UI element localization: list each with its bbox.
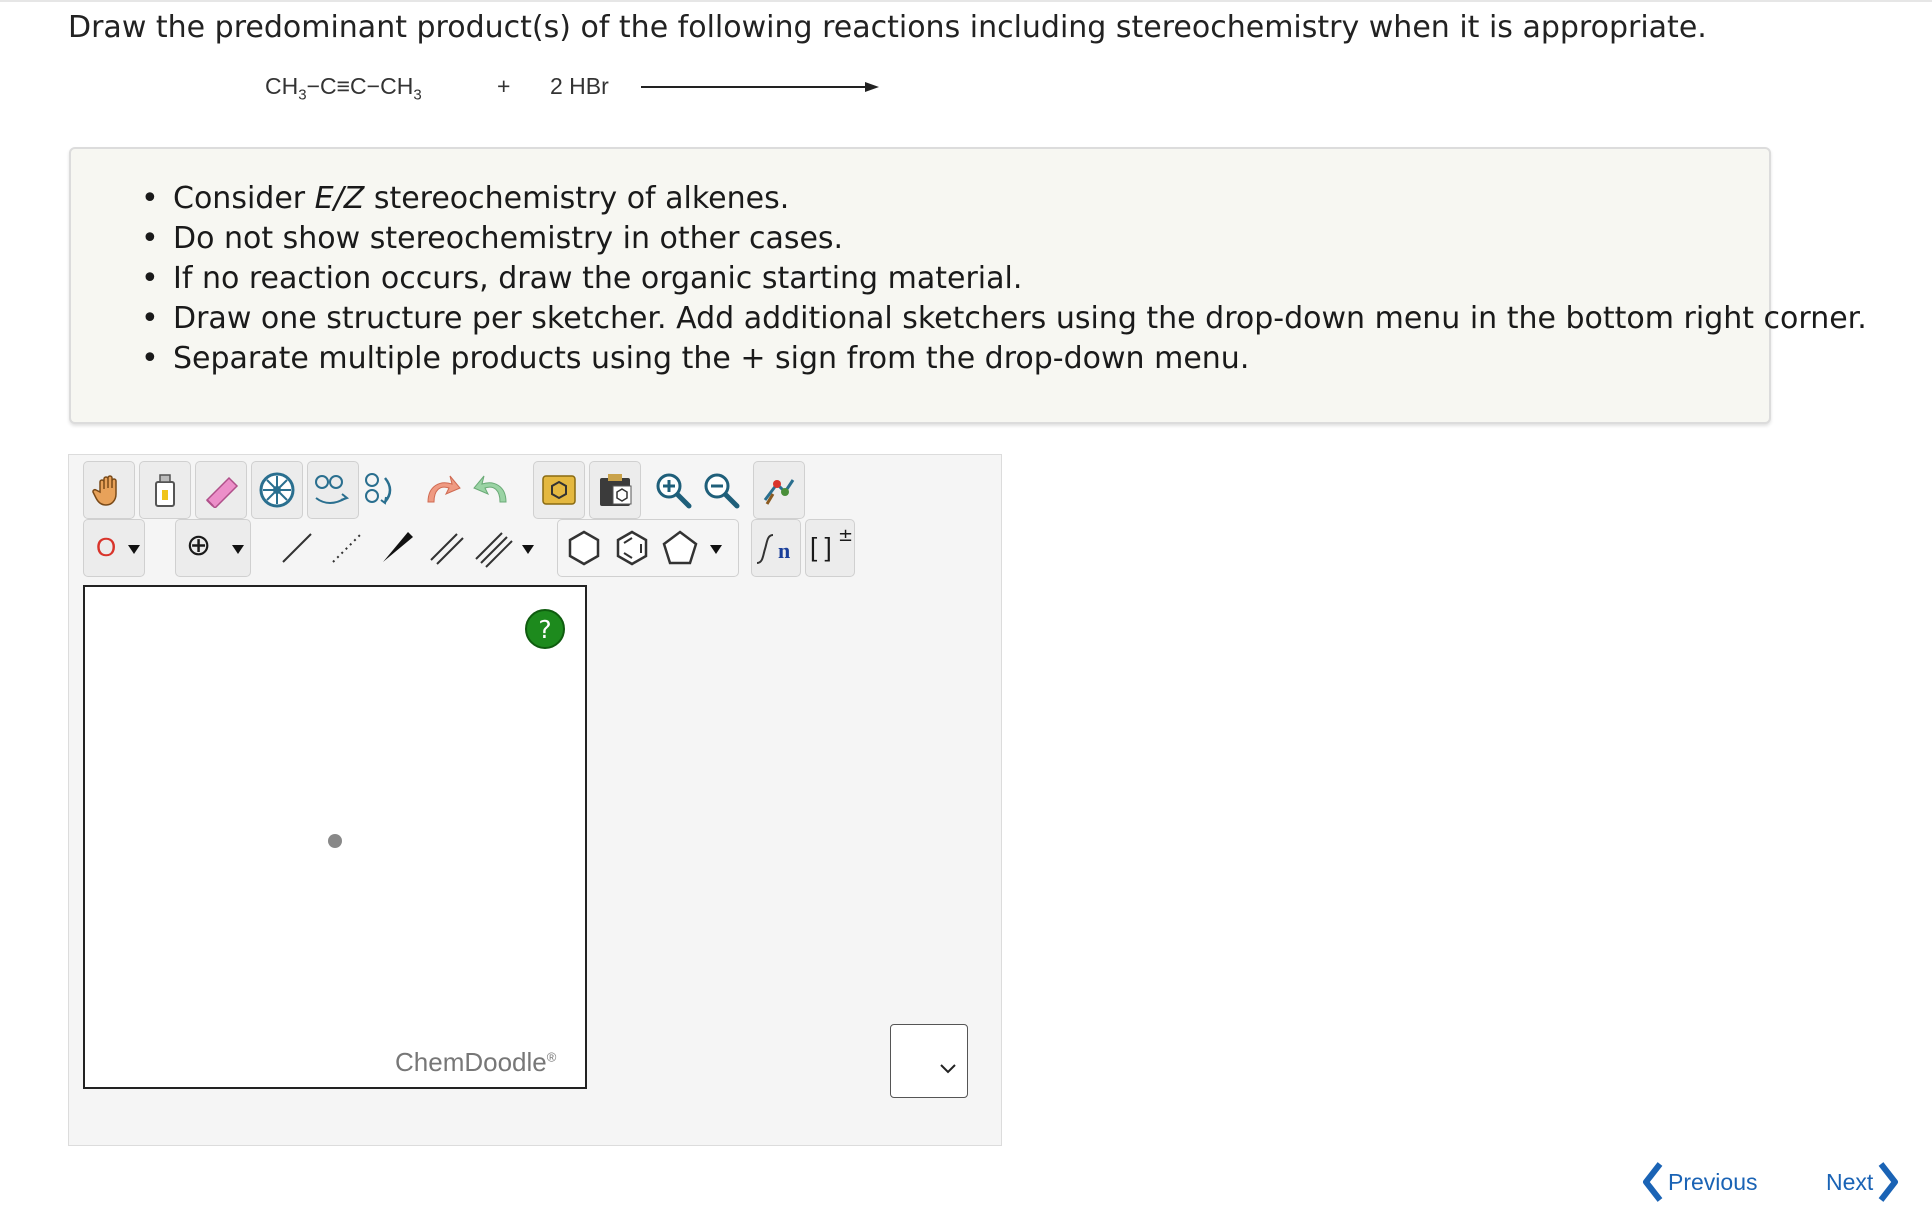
zoom-out-icon bbox=[704, 473, 740, 509]
canvas-cursor-dot bbox=[328, 834, 342, 848]
help-button[interactable]: ? bbox=[525, 609, 565, 649]
sketcher-canvas[interactable]: ? ChemDoodle® bbox=[83, 585, 587, 1089]
zoom-out-button[interactable] bbox=[695, 461, 747, 519]
undo-button[interactable] bbox=[415, 461, 467, 519]
atom-label-button[interactable]: O bbox=[83, 519, 145, 577]
bracket-charge-sup: ± bbox=[838, 525, 854, 546]
chevron-right-icon bbox=[1878, 1162, 1899, 1202]
next-button[interactable]: Next bbox=[1826, 1162, 1901, 1202]
dashed-bond-button[interactable] bbox=[321, 519, 373, 577]
double-bond-button[interactable] bbox=[421, 519, 473, 577]
repeat-unit-label: n bbox=[778, 538, 791, 563]
hand-icon bbox=[92, 475, 117, 506]
wedge-bond-button[interactable] bbox=[371, 519, 423, 577]
charge-button[interactable]: ⊕ bbox=[175, 519, 251, 577]
reactant-formula: CH3−C≡C−CH3 bbox=[265, 73, 422, 104]
center-icon bbox=[259, 472, 295, 508]
eraser-icon bbox=[205, 476, 239, 508]
instructions-box: Consider E/Z stereochemistry of alkenes.… bbox=[69, 147, 1867, 424]
reaction-arrow-icon bbox=[641, 82, 879, 92]
clipboard-icon bbox=[600, 474, 632, 506]
benzene-ring-icon[interactable] bbox=[612, 528, 652, 568]
chemdoodle-watermark: ChemDoodle® bbox=[395, 1047, 557, 1077]
sketcher-panel: O ⊕ n [ ] ± ? ChemDoodle® bbox=[68, 454, 1002, 1146]
atom-label-icon: O bbox=[96, 532, 117, 562]
instruction-item: Draw one structure per sketcher. Add add… bbox=[141, 299, 1867, 339]
charge-icon: ⊕ bbox=[186, 528, 212, 563]
wedge-bond-icon bbox=[383, 532, 413, 562]
instruction-item: If no reaction occurs, draw the organic … bbox=[141, 259, 1769, 299]
previous-label: Previous bbox=[1668, 1168, 1758, 1195]
triple-bond-icon bbox=[475, 532, 513, 568]
previous-button[interactable]: Previous bbox=[1640, 1162, 1757, 1202]
instruction-item: Separate multiple products using the + s… bbox=[141, 339, 1769, 379]
cleanup-button[interactable] bbox=[753, 461, 805, 519]
undo-icon bbox=[427, 475, 461, 503]
plus-sign: + bbox=[497, 73, 511, 99]
chevron-down-icon bbox=[128, 545, 140, 554]
repeat-unit-button[interactable]: n bbox=[751, 519, 801, 577]
single-bond-icon bbox=[282, 533, 312, 563]
templates-button[interactable] bbox=[533, 461, 585, 519]
bracket-charge-icon: [ ] bbox=[810, 532, 832, 562]
question-prompt: Draw the predominant product(s) of the f… bbox=[68, 10, 1707, 45]
top-divider bbox=[0, 0, 1932, 2]
instruction-item: Consider E/Z stereochemistry of alkenes. bbox=[141, 179, 1769, 219]
flip-button[interactable] bbox=[307, 461, 359, 519]
templates-icon bbox=[542, 475, 576, 505]
chevron-down-icon bbox=[522, 545, 534, 554]
chevron-left-icon bbox=[1643, 1162, 1663, 1202]
eraser-button[interactable] bbox=[195, 461, 247, 519]
rotate-button[interactable] bbox=[353, 461, 405, 519]
repeat-unit-icon bbox=[756, 534, 774, 564]
single-bond-button[interactable] bbox=[271, 519, 323, 577]
ring-tools-group bbox=[557, 519, 739, 577]
add-sketcher-dropdown[interactable] bbox=[890, 1024, 968, 1098]
redo-button[interactable] bbox=[467, 461, 519, 519]
bracket-charge-button[interactable]: [ ] ± bbox=[805, 519, 855, 577]
chevron-down-icon[interactable] bbox=[710, 545, 722, 554]
erase-all-icon bbox=[155, 474, 175, 507]
flip-icon bbox=[315, 475, 350, 504]
hand-tool-button[interactable] bbox=[83, 461, 135, 519]
zoom-in-button[interactable] bbox=[647, 461, 699, 519]
dashed-bond-icon bbox=[332, 533, 362, 563]
hexagon-ring-icon[interactable] bbox=[564, 528, 604, 568]
triple-bond-button[interactable] bbox=[471, 519, 539, 577]
chevron-down-icon bbox=[232, 545, 244, 554]
chevron-down-icon bbox=[940, 1064, 956, 1074]
double-bond-icon bbox=[430, 533, 464, 565]
next-label: Next bbox=[1826, 1168, 1874, 1195]
center-button[interactable] bbox=[251, 461, 303, 519]
redo-icon bbox=[473, 475, 507, 503]
rotate-icon bbox=[365, 473, 392, 505]
clear-button[interactable] bbox=[139, 461, 191, 519]
reagent: 2 HBr bbox=[550, 73, 609, 99]
clipboard-button[interactable] bbox=[589, 461, 641, 519]
pentagon-ring-icon[interactable] bbox=[660, 528, 700, 568]
cleanup-icon bbox=[763, 479, 795, 505]
instructions-list: Consider E/Z stereochemistry of alkenes.… bbox=[71, 149, 1867, 379]
instruction-item: Do not show stereochemistry in other cas… bbox=[141, 219, 1769, 259]
zoom-in-icon bbox=[656, 473, 692, 509]
